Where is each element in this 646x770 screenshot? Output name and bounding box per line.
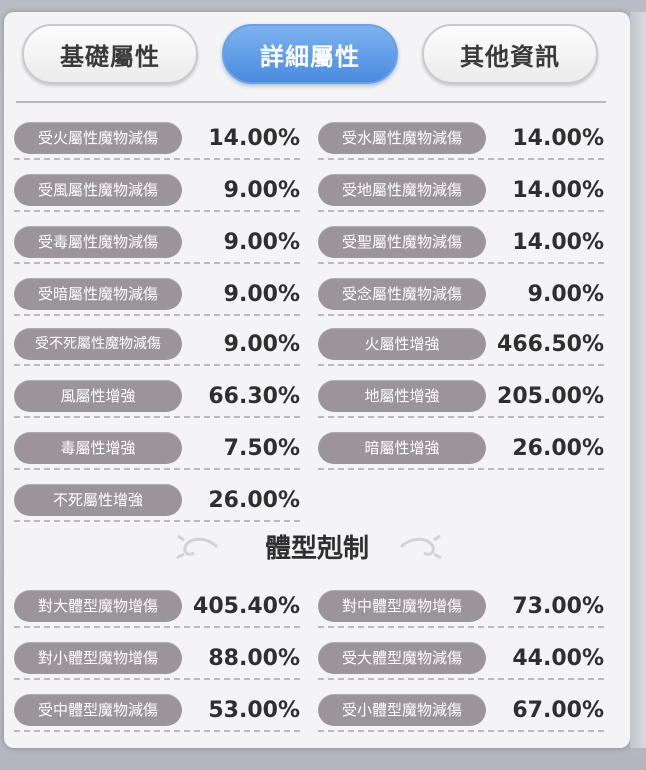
stat-label: 對大體型魔物增傷 bbox=[14, 590, 182, 622]
stat-row: 受大體型魔物減傷 44.00% bbox=[318, 638, 604, 682]
dotted-divider bbox=[14, 262, 300, 264]
stat-label: 毒屬性增強 bbox=[14, 432, 182, 464]
stat-value: 26.00% bbox=[512, 435, 604, 461]
stat-label: 受不死屬性魔物減傷 bbox=[14, 328, 182, 360]
stat-row: 受不死屬性魔物減傷 9.00% bbox=[14, 324, 300, 368]
stat-label: 受風屬性魔物減傷 bbox=[14, 174, 182, 206]
stat-row: 對中體型魔物增傷 73.00% bbox=[318, 586, 604, 630]
stat-value: 53.00% bbox=[208, 697, 300, 723]
dotted-divider bbox=[318, 678, 604, 680]
stat-value: 14.00% bbox=[208, 125, 300, 151]
dotted-divider bbox=[14, 730, 300, 732]
stat-row: 地屬性增強 205.00% bbox=[318, 376, 604, 420]
dotted-divider bbox=[14, 626, 300, 628]
stat-label: 火屬性增強 bbox=[318, 328, 486, 360]
stat-row: 受念屬性魔物減傷 9.00% bbox=[318, 274, 604, 318]
stat-row: 風屬性增強 66.30% bbox=[14, 376, 300, 420]
stat-value: 7.50% bbox=[223, 435, 300, 461]
stat-row: 不死屬性增強 26.00% bbox=[14, 480, 300, 524]
stats-area: 受火屬性魔物減傷 14.00% 受水屬性魔物減傷 14.00% 受風屬性魔物減傷… bbox=[4, 12, 630, 748]
stat-value: 14.00% bbox=[512, 177, 604, 203]
stat-label: 受水屬性魔物減傷 bbox=[318, 122, 486, 154]
dotted-divider bbox=[318, 158, 604, 160]
stat-label: 受聖屬性魔物減傷 bbox=[318, 226, 486, 258]
stat-label: 暗屬性增強 bbox=[318, 432, 486, 464]
dotted-divider bbox=[14, 416, 300, 418]
stat-value: 9.00% bbox=[223, 331, 300, 357]
stat-row: 火屬性增強 466.50% bbox=[318, 324, 604, 368]
stat-value: 66.30% bbox=[208, 383, 300, 409]
stat-row: 受中體型魔物減傷 53.00% bbox=[14, 690, 300, 734]
stat-row: 對小體型魔物增傷 88.00% bbox=[14, 638, 300, 682]
stat-label: 受地屬性魔物減傷 bbox=[318, 174, 486, 206]
stat-label: 地屬性增強 bbox=[318, 380, 486, 412]
dotted-divider bbox=[14, 468, 300, 470]
stat-value: 9.00% bbox=[527, 281, 604, 307]
stat-label: 受小體型魔物減傷 bbox=[318, 694, 486, 726]
stat-value: 73.00% bbox=[512, 593, 604, 619]
stat-label: 受暗屬性魔物減傷 bbox=[14, 278, 182, 310]
dotted-divider bbox=[318, 730, 604, 732]
stat-row: 受聖屬性魔物減傷 14.00% bbox=[318, 222, 604, 266]
stat-label: 不死屬性增強 bbox=[14, 484, 182, 516]
stat-label: 受毒屬性魔物減傷 bbox=[14, 226, 182, 258]
stat-row: 暗屬性增強 26.00% bbox=[318, 428, 604, 472]
stat-value: 26.00% bbox=[208, 487, 300, 513]
stat-value: 14.00% bbox=[512, 125, 604, 151]
stat-value: 88.00% bbox=[208, 645, 300, 671]
dotted-divider bbox=[14, 210, 300, 212]
stat-label: 受中體型魔物減傷 bbox=[14, 694, 182, 726]
attribute-panel: 基礎屬性 詳細屬性 其他資訊 受火屬性魔物減傷 14.00% 受水屬性魔物減傷 … bbox=[4, 12, 646, 748]
section-title-body-type: 體型剋制 bbox=[264, 533, 369, 564]
dotted-divider bbox=[318, 468, 604, 470]
dotted-divider bbox=[14, 158, 300, 160]
stat-label: 對小體型魔物增傷 bbox=[14, 642, 182, 674]
stat-row: 受地屬性魔物減傷 14.00% bbox=[318, 170, 604, 214]
dotted-divider bbox=[14, 678, 300, 680]
dotted-divider bbox=[318, 314, 604, 316]
stat-value: 44.00% bbox=[512, 645, 604, 671]
stat-row: 受火屬性魔物減傷 14.00% bbox=[14, 118, 300, 162]
dotted-divider bbox=[318, 262, 604, 264]
stat-label: 對中體型魔物增傷 bbox=[318, 590, 486, 622]
stat-value: 405.40% bbox=[193, 593, 300, 619]
ornament-right-icon bbox=[399, 534, 442, 560]
dotted-divider bbox=[14, 364, 300, 366]
stat-row: 受暗屬性魔物減傷 9.00% bbox=[14, 274, 300, 318]
dotted-divider bbox=[318, 210, 604, 212]
stat-label: 受念屬性魔物減傷 bbox=[318, 278, 486, 310]
stat-row: 受風屬性魔物減傷 9.00% bbox=[14, 170, 300, 214]
dotted-divider bbox=[14, 314, 300, 316]
stat-value: 205.00% bbox=[497, 383, 604, 409]
stat-value: 14.00% bbox=[512, 229, 604, 255]
dotted-divider bbox=[14, 520, 300, 522]
dotted-divider bbox=[318, 626, 604, 628]
stat-label: 風屬性增強 bbox=[14, 380, 182, 412]
stat-value: 9.00% bbox=[223, 229, 300, 255]
stat-value: 67.00% bbox=[512, 697, 604, 723]
stat-value: 9.00% bbox=[223, 177, 300, 203]
stat-label: 受大體型魔物減傷 bbox=[318, 642, 486, 674]
stat-row: 毒屬性增強 7.50% bbox=[14, 428, 300, 472]
stat-value: 466.50% bbox=[497, 331, 604, 357]
stat-row: 受毒屬性魔物減傷 9.00% bbox=[14, 222, 300, 266]
stat-row: 受小體型魔物減傷 67.00% bbox=[318, 690, 604, 734]
stat-row: 受水屬性魔物減傷 14.00% bbox=[318, 118, 604, 162]
dotted-divider bbox=[318, 364, 604, 366]
stat-value: 9.00% bbox=[223, 281, 300, 307]
dotted-divider bbox=[318, 416, 604, 418]
stat-row: 對大體型魔物增傷 405.40% bbox=[14, 586, 300, 630]
stat-label: 受火屬性魔物減傷 bbox=[14, 122, 182, 154]
